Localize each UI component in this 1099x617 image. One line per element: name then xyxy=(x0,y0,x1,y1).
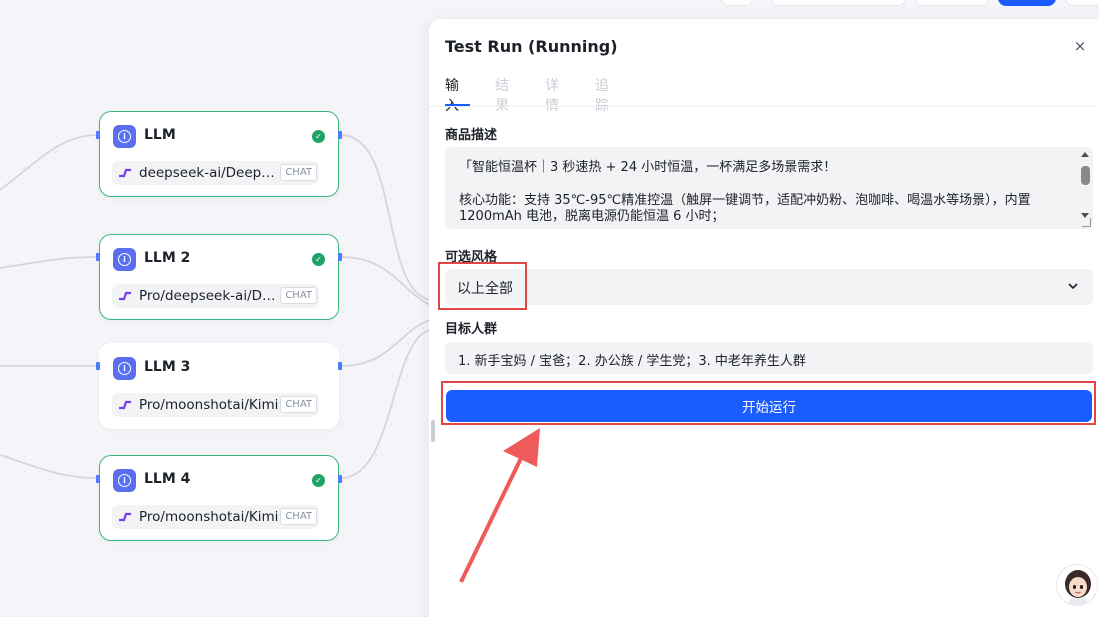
avatar-illustration xyxy=(1057,565,1097,605)
arrow-shaft xyxy=(459,451,526,583)
assistant-avatar[interactable] xyxy=(1056,564,1098,606)
annotation-arrow xyxy=(459,428,540,583)
